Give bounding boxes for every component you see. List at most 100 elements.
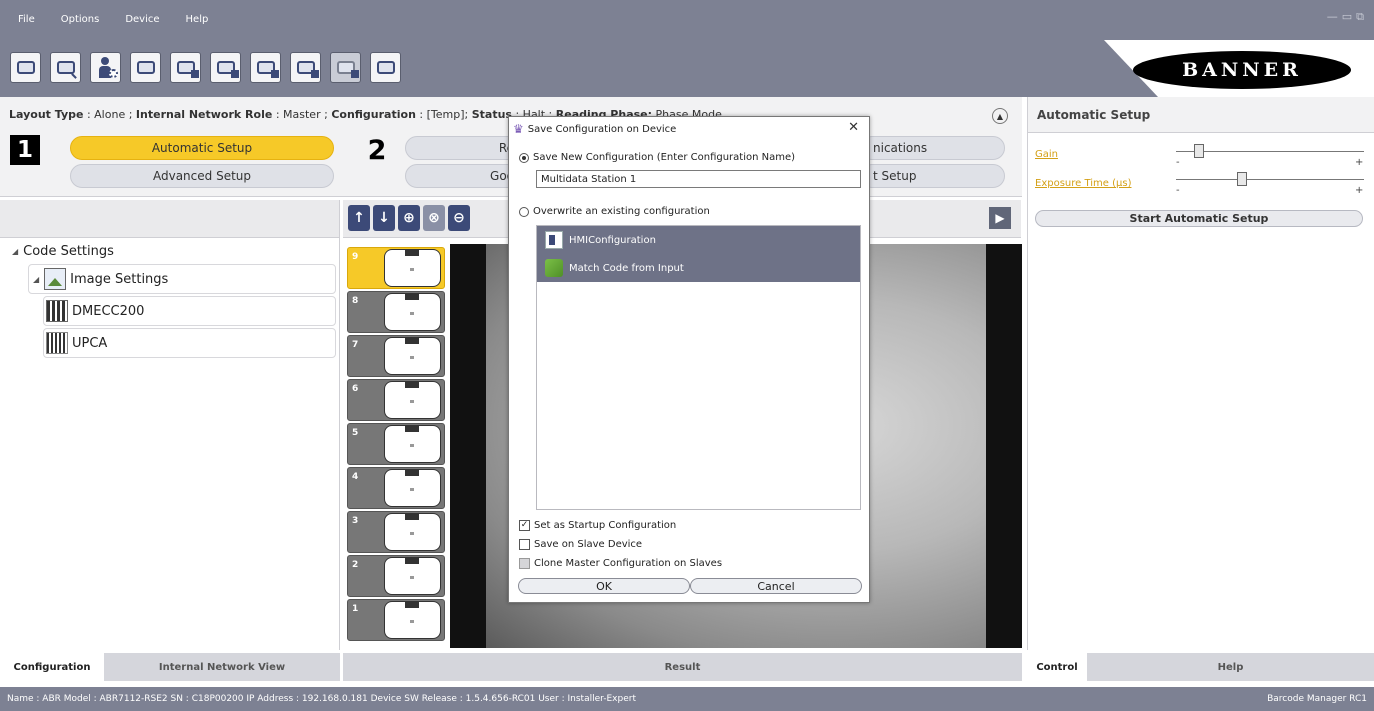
- tab-help[interactable]: Help: [1087, 653, 1374, 681]
- thumbnail-image: [384, 469, 441, 507]
- tree-code-settings[interactable]: ◢ Code Settings: [12, 244, 114, 259]
- tree-node-dmecc200[interactable]: DMECC200: [43, 296, 336, 326]
- exposure-slider-thumb[interactable]: [1236, 172, 1247, 186]
- save-slave-option[interactable]: Save on Slave Device: [519, 539, 642, 550]
- expand-arrow-icon[interactable]: ◢: [33, 275, 39, 284]
- close-icon[interactable]: ✕: [848, 120, 859, 135]
- device-button[interactable]: [10, 52, 41, 83]
- thumbnail-number: 5: [352, 428, 359, 438]
- save-new-radio[interactable]: [519, 152, 529, 163]
- thumbnail-image: [384, 249, 441, 287]
- tree-node-image-settings[interactable]: ◢ Image Settings: [28, 264, 336, 294]
- disabled-config-icon: [336, 61, 359, 78]
- network-icon: [376, 61, 395, 74]
- tree-image-settings-row: ◢ Image Settings: [33, 268, 168, 290]
- overwrite-radio[interactable]: [519, 206, 529, 217]
- save-config-button[interactable]: [210, 52, 241, 83]
- close-window-icon[interactable]: ⧉: [1356, 10, 1364, 24]
- expand-arrow-icon[interactable]: ◢: [12, 247, 18, 256]
- existing-configurations-list[interactable]: HMIConfiguration Match Code from Input: [536, 225, 861, 510]
- save-configuration-dialog: ♛ Save Configuration on Device ✕ Save Ne…: [508, 116, 870, 603]
- gain-slider-thumb[interactable]: [1193, 144, 1204, 158]
- zoom-reset-icon: ⊗: [428, 210, 440, 226]
- thumbnail-8[interactable]: 8: [347, 291, 445, 333]
- thumbnail-4[interactable]: 4: [347, 467, 445, 509]
- tree-upca-label: UPCA: [72, 335, 108, 351]
- save-new-option[interactable]: Save New Configuration (Enter Configurat…: [519, 152, 795, 163]
- gain-minus-label: -: [1176, 157, 1180, 168]
- clone-master-checkbox: [519, 558, 530, 569]
- tab-configuration[interactable]: Configuration: [0, 653, 104, 681]
- thumbnail-number: 6: [352, 384, 359, 394]
- restore-icon[interactable]: ▭: [1342, 10, 1352, 24]
- thumbnail-5[interactable]: 5: [347, 423, 445, 465]
- zoom-out-button[interactable]: ⊖: [448, 205, 470, 231]
- disabled-config-button[interactable]: [330, 52, 361, 83]
- export-config-icon: [296, 61, 319, 78]
- thumbnail-9[interactable]: 9: [347, 247, 445, 289]
- set-startup-checkbox[interactable]: ✓: [519, 520, 530, 531]
- collapse-panel-button[interactable]: ▲: [992, 108, 1008, 124]
- advanced-setup-button[interactable]: Advanced Setup: [70, 164, 334, 188]
- output-setup-button[interactable]: t Setup: [860, 164, 1005, 188]
- zoom-in-button[interactable]: ⊕: [398, 205, 420, 231]
- left-panel-header: [0, 200, 339, 238]
- window-button[interactable]: [130, 52, 161, 83]
- user-settings-button[interactable]: [90, 52, 121, 83]
- tab-result[interactable]: Result: [343, 653, 1022, 681]
- thumbnail-image: [384, 557, 441, 595]
- play-button[interactable]: ▶: [989, 207, 1011, 229]
- send-config-button[interactable]: [170, 52, 201, 83]
- menu-bar: File Options Device Help: [0, 0, 216, 38]
- menu-help[interactable]: Help: [186, 14, 209, 25]
- gain-slider-track[interactable]: [1176, 151, 1364, 152]
- thumbnail-number: 8: [352, 296, 359, 306]
- config-item-hmi[interactable]: HMIConfiguration: [537, 226, 860, 254]
- gain-link[interactable]: Gain: [1035, 149, 1058, 160]
- move-down-button[interactable]: ↓: [373, 205, 395, 231]
- automatic-setup-button[interactable]: Automatic Setup: [70, 136, 334, 160]
- menu-file[interactable]: File: [18, 14, 35, 25]
- exposure-slider-track[interactable]: [1176, 179, 1364, 180]
- export-config-button[interactable]: [290, 52, 321, 83]
- config-item-match-code[interactable]: Match Code from Input: [537, 254, 860, 282]
- cancel-button[interactable]: Cancel: [690, 578, 862, 594]
- exposure-time-link[interactable]: Exposure Time (µs): [1035, 178, 1132, 189]
- thumbnail-1[interactable]: 1: [347, 599, 445, 641]
- config-item-label: Match Code from Input: [569, 262, 684, 274]
- tree-node-upca[interactable]: UPCA: [43, 328, 336, 358]
- thumbnail-image: [384, 337, 441, 375]
- zoom-out-icon: ⊖: [453, 210, 465, 226]
- layout-type-value: Alone: [94, 108, 126, 121]
- menu-device[interactable]: Device: [125, 14, 159, 25]
- communications-button[interactable]: nications: [860, 136, 1005, 160]
- set-startup-option[interactable]: ✓ Set as Startup Configuration: [519, 520, 676, 531]
- start-automatic-setup-button[interactable]: Start Automatic Setup: [1035, 210, 1363, 227]
- thumbnail-3[interactable]: 3: [347, 511, 445, 553]
- save-new-label: Save New Configuration (Enter Configurat…: [533, 152, 796, 163]
- set-startup-label: Set as Startup Configuration: [534, 520, 677, 531]
- thumbnail-7[interactable]: 7: [347, 335, 445, 377]
- load-config-button[interactable]: [250, 52, 281, 83]
- move-up-button[interactable]: ↑: [348, 205, 370, 231]
- search-device-button[interactable]: [50, 52, 81, 83]
- step-2-badge: 2: [367, 134, 387, 166]
- tab-internal-network-view[interactable]: Internal Network View: [104, 653, 340, 681]
- minimize-icon[interactable]: —: [1327, 10, 1338, 24]
- left-tab-bar: Configuration Internal Network View: [0, 653, 340, 681]
- step-1-badge: 1: [10, 135, 40, 165]
- play-icon: ▶: [995, 211, 1005, 225]
- configuration-name-input[interactable]: Multidata Station 1: [536, 170, 861, 188]
- save-slave-checkbox[interactable]: [519, 539, 530, 550]
- thumbnail-2[interactable]: 2: [347, 555, 445, 597]
- overwrite-option[interactable]: Overwrite an existing configuration: [519, 206, 710, 217]
- menu-options[interactable]: Options: [61, 14, 100, 25]
- tab-control[interactable]: Control: [1027, 653, 1087, 681]
- automatic-setup-panel: Automatic Setup Gain - + Exposure Time (…: [1027, 97, 1374, 650]
- network-button[interactable]: [370, 52, 401, 83]
- ok-button[interactable]: OK: [518, 578, 690, 594]
- zoom-reset-button[interactable]: ⊗: [423, 205, 445, 231]
- status-label: Status: [471, 108, 512, 121]
- layout-type-label: Layout Type: [9, 108, 84, 121]
- thumbnail-6[interactable]: 6: [347, 379, 445, 421]
